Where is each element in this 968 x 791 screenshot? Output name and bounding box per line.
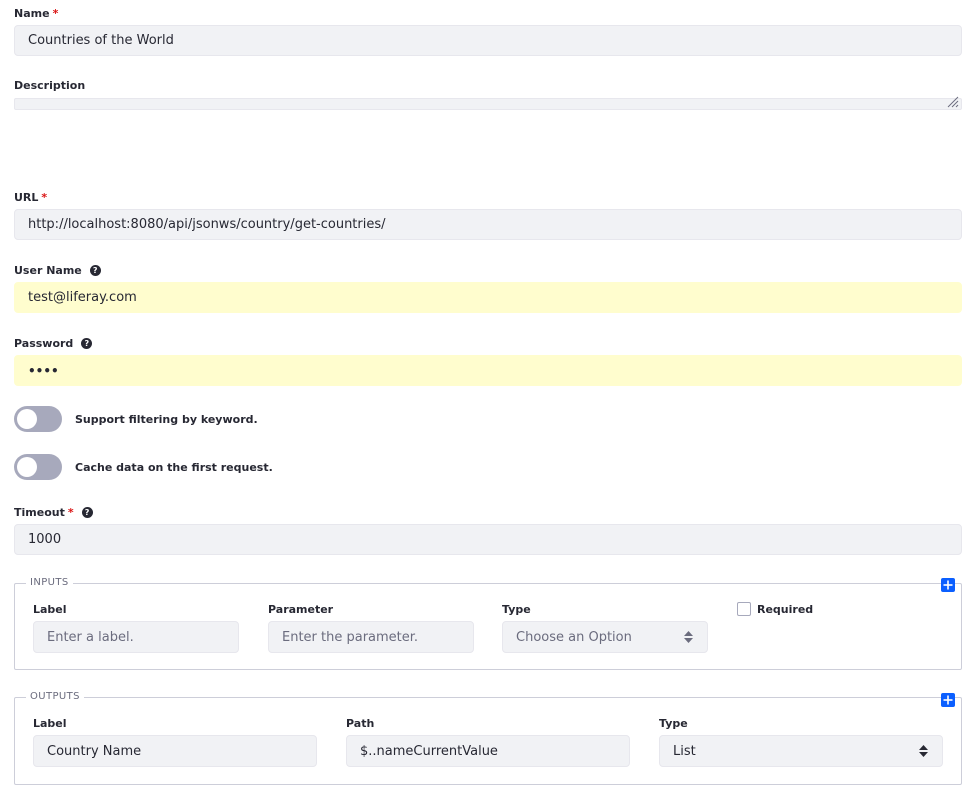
password-label-text: Password: [14, 337, 74, 350]
add-output-button[interactable]: [941, 693, 955, 707]
output-path-value: $..nameCurrentValue: [360, 743, 498, 759]
input-parameter-field[interactable]: Enter the parameter.: [268, 621, 474, 653]
output-label-label-text: Label: [33, 717, 67, 730]
password-label: Password ?: [14, 337, 93, 350]
required-mark: *: [52, 7, 59, 20]
output-path-label-text: Path: [346, 717, 375, 730]
input-parameter-placeholder: Enter the parameter.: [282, 629, 419, 645]
input-type-label: Type: [502, 603, 531, 616]
input-parameter-label-text: Parameter: [268, 603, 334, 616]
description-label-text: Description: [14, 79, 86, 92]
input-label-field[interactable]: Enter a label.: [33, 621, 239, 653]
output-label-value: Country Name: [47, 743, 142, 759]
input-type-select-value: Choose an Option: [516, 629, 632, 645]
input-label-label: Label: [33, 603, 67, 616]
name-label: Name *: [14, 7, 58, 20]
name-label-text: Name: [14, 7, 50, 20]
input-type-label-text: Type: [502, 603, 531, 616]
required-checkbox-label-text: Required: [757, 603, 814, 616]
name-input[interactable]: Countries of the World: [14, 25, 962, 56]
plus-icon: [943, 695, 953, 705]
filter-keyword-toggle-label: Support filtering by keyword.: [75, 413, 258, 426]
input-parameter-label: Parameter: [268, 603, 333, 616]
output-type-label: Type: [659, 717, 688, 730]
select-arrows-icon: [919, 745, 928, 757]
url-label: URL *: [14, 191, 47, 204]
add-input-button[interactable]: [941, 578, 955, 592]
timeout-input-value: 1000: [28, 532, 62, 547]
output-path-label: Path: [346, 717, 374, 730]
description-textarea[interactable]: [14, 96, 962, 110]
timeout-label: Timeout * ?: [14, 506, 93, 519]
select-arrows-icon: [684, 631, 693, 643]
description-label: Description: [14, 79, 85, 92]
required-checkbox[interactable]: [737, 602, 751, 616]
required-mark: *: [41, 191, 48, 204]
cache-data-toggle[interactable]: [14, 454, 62, 480]
url-input-value: http://localhost:8080/api/jsonws/country…: [28, 217, 386, 232]
toggle-knob: [17, 409, 37, 429]
resize-grip-icon[interactable]: [947, 96, 959, 108]
input-label-placeholder: Enter a label.: [47, 629, 134, 645]
user-name-input-value: test@liferay.com: [28, 290, 137, 305]
question-circle-icon[interactable]: ?: [89, 265, 101, 276]
filter-keyword-toggle[interactable]: [14, 406, 62, 432]
question-circle-icon[interactable]: ?: [81, 338, 93, 349]
output-type-select-value: List: [673, 743, 696, 759]
question-circle-icon[interactable]: ?: [81, 507, 93, 518]
inputs-legend: INPUTS: [26, 577, 73, 588]
toggle-knob: [17, 457, 37, 477]
input-label-label-text: Label: [33, 603, 67, 616]
outputs-legend: OUTPUTS: [26, 691, 84, 702]
url-label-text: URL: [14, 191, 39, 204]
timeout-input[interactable]: 1000: [14, 524, 962, 555]
output-label-field[interactable]: Country Name: [33, 735, 317, 767]
required-checkbox-label[interactable]: Required: [757, 603, 813, 616]
required-mark: *: [67, 506, 74, 519]
output-type-select[interactable]: List: [659, 735, 943, 767]
cache-data-toggle-label: Cache data on the first request.: [75, 461, 273, 474]
input-type-select[interactable]: Choose an Option: [502, 621, 708, 653]
timeout-label-text: Timeout: [14, 506, 65, 519]
user-name-label-text: User Name: [14, 264, 82, 277]
output-label-label: Label: [33, 717, 67, 730]
user-name-input[interactable]: test@liferay.com: [14, 282, 962, 313]
name-input-value: Countries of the World: [28, 33, 174, 48]
password-input-value: ••••: [28, 363, 59, 378]
plus-icon: [943, 580, 953, 590]
output-type-label-text: Type: [659, 717, 688, 730]
url-input[interactable]: http://localhost:8080/api/jsonws/country…: [14, 209, 962, 240]
output-path-field[interactable]: $..nameCurrentValue: [346, 735, 630, 767]
password-input[interactable]: ••••: [14, 355, 962, 386]
user-name-label: User Name ?: [14, 264, 101, 277]
